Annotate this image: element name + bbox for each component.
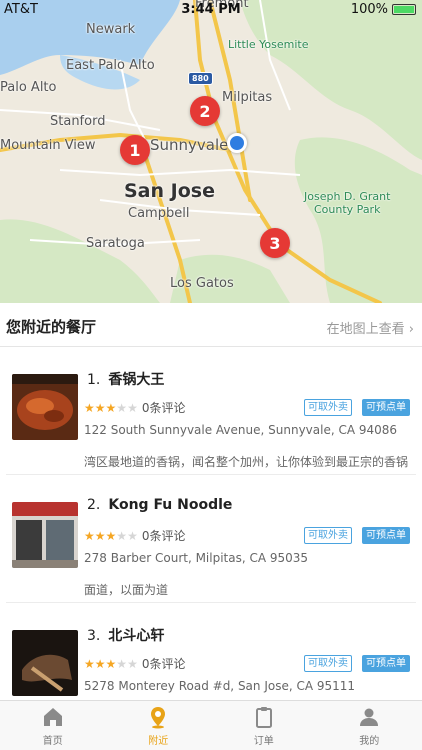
star-icon: ★: [127, 656, 138, 671]
location-pin-icon: [151, 706, 166, 728]
map-pin-2[interactable]: 2: [190, 96, 220, 126]
reserve-tag: 可预点单: [362, 655, 410, 672]
star-icon: ★: [94, 656, 106, 671]
star-rating: ★ ★ ★ ★ ★: [84, 530, 138, 542]
map-label-campbell: Campbell: [128, 206, 190, 221]
tags: 可取外卖 可预点单: [304, 527, 410, 544]
restaurant-name: Kong Fu Noodle: [108, 497, 233, 513]
tab-orders[interactable]: 订单: [211, 701, 317, 750]
restaurant-address: 122 South Sunnyvale Avenue, Sunnyvale, C…: [84, 423, 398, 437]
star-icon: ★: [127, 528, 138, 543]
rating-row: ★ ★ ★ ★ ★ 0条评论: [84, 655, 185, 672]
restaurant-index: 1.: [87, 372, 101, 388]
map-label-little-yosemite: Little Yosemite: [228, 38, 309, 51]
battery-fill: [394, 6, 414, 13]
restaurant-name: 北斗心轩: [108, 628, 165, 644]
section-title: 您附近的餐厅: [6, 318, 97, 336]
current-location-dot: [227, 133, 247, 153]
map-pin-3[interactable]: 3: [260, 228, 290, 258]
map-view[interactable]: Fremont Newark Little Yosemite East Palo…: [0, 0, 422, 303]
restaurant-item[interactable]: 1. 香锅大王 ★ ★ ★ ★ ★ 0条评论 可取外卖 可预点单 122 South Su…: [6, 347, 416, 475]
star-icon: ★: [84, 528, 95, 543]
restaurant-description: 湾区最地道的香锅，闻名整个加州，让你体验到最正宗的香锅: [84, 455, 409, 469]
restaurant-photo: [12, 630, 78, 696]
star-icon: ★: [94, 528, 106, 543]
restaurant-name: 香锅大王: [108, 372, 165, 388]
map-label-milpitas: Milpitas: [222, 90, 273, 105]
battery-icon: [392, 4, 416, 15]
star-icon: ★: [127, 400, 138, 415]
map-label-los-gatos: Los Gatos: [170, 276, 234, 291]
star-icon: ★: [94, 400, 106, 415]
star-icon: ★: [105, 528, 117, 543]
review-count: 0条评论: [141, 657, 186, 671]
map-label-san-jose: San Jose: [124, 180, 215, 202]
takeout-tag: 可取外卖: [304, 399, 352, 416]
star-icon: ★: [105, 656, 117, 671]
restaurant-address: 5278 Monterey Road #d, San Jose, CA 9511…: [84, 679, 356, 693]
map-label-mountain-view: Mountain View: [0, 138, 96, 153]
tab-home-label: 首页: [42, 735, 63, 747]
tags: 可取外卖 可预点单: [304, 399, 410, 416]
tab-mine[interactable]: 我的: [317, 701, 422, 750]
takeout-tag: 可取外卖: [304, 527, 352, 544]
map-label-sunnyvale: Sunnyvale: [150, 136, 229, 154]
map-label-stanford: Stanford: [50, 114, 106, 129]
restaurant-index: 2.: [87, 497, 101, 513]
reserve-tag: 可预点单: [362, 399, 410, 416]
tab-orders-label: 订单: [253, 735, 274, 747]
clipboard-icon: [255, 706, 272, 728]
map-pin-1[interactable]: 1: [120, 135, 150, 165]
home-icon: [43, 707, 62, 726]
map-hwy-880: 880: [188, 72, 213, 85]
restaurant-description: 面道，以面为道: [84, 583, 169, 597]
restaurant-item[interactable]: 3. 北斗心轩 ★ ★ ★ ★ ★ 0条评论 可取外卖 可预点单 5278 Montere…: [6, 603, 416, 700]
rating-row: ★ ★ ★ ★ ★ 0条评论: [84, 527, 185, 544]
view-on-map-link[interactable]: 在地图上查看 ›: [327, 318, 414, 337]
restaurant-address: 278 Barber Court, Milpitas, CA 95035: [84, 551, 309, 565]
star-icon: ★: [116, 400, 128, 415]
star-rating: ★ ★ ★ ★ ★: [84, 402, 138, 414]
restaurant-name-row: 1. 香锅大王: [87, 369, 164, 389]
star-icon: ★: [116, 528, 128, 543]
map-label-newark: Newark: [86, 22, 136, 37]
battery-percent: 100%: [350, 2, 388, 17]
map-label-east-palo-alto: East Palo Alto: [66, 58, 155, 73]
star-icon: ★: [84, 400, 95, 415]
restaurant-list[interactable]: 1. 香锅大王 ★ ★ ★ ★ ★ 0条评论 可取外卖 可预点单 122 South Su…: [0, 347, 422, 700]
map-label-joseph-grant: Joseph D. Grant County Park: [304, 190, 391, 216]
map-label-palo-alto: Palo Alto: [0, 80, 57, 95]
user-icon: [360, 708, 379, 726]
reserve-tag: 可预点单: [362, 527, 410, 544]
status-bar: AT&T 3:44 PM 100%: [0, 0, 422, 20]
restaurant-photo: [12, 374, 78, 440]
nearby-header: 您附近的餐厅 在地图上查看 ›: [0, 303, 422, 347]
tab-nearby-label: 附近: [148, 735, 169, 747]
rating-row: ★ ★ ★ ★ ★ 0条评论: [84, 399, 185, 416]
restaurant-index: 3.: [87, 628, 101, 644]
review-count: 0条评论: [141, 529, 186, 543]
star-icon: ★: [105, 400, 117, 415]
restaurant-name-row: 2. Kong Fu Noodle: [87, 497, 232, 513]
star-icon: ★: [84, 656, 95, 671]
restaurant-item[interactable]: 2. Kong Fu Noodle ★ ★ ★ ★ ★ 0条评论 可取外卖 可预点单 27…: [6, 475, 416, 603]
status-right: 100%: [351, 2, 416, 17]
tab-mine-label: 我的: [359, 735, 380, 747]
star-icon: ★: [116, 656, 128, 671]
takeout-tag: 可取外卖: [304, 655, 352, 672]
tab-home[interactable]: 首页: [0, 701, 106, 750]
star-rating: ★ ★ ★ ★ ★: [84, 658, 138, 670]
restaurant-photo: [12, 502, 78, 568]
tab-nearby[interactable]: 附近: [106, 701, 212, 750]
restaurant-name-row: 3. 北斗心轩: [87, 625, 164, 645]
tab-bar: 首页 附近 订单 我的: [0, 700, 422, 750]
tags: 可取外卖 可预点单: [304, 655, 410, 672]
map-label-saratoga: Saratoga: [86, 236, 145, 251]
review-count: 0条评论: [141, 401, 186, 415]
